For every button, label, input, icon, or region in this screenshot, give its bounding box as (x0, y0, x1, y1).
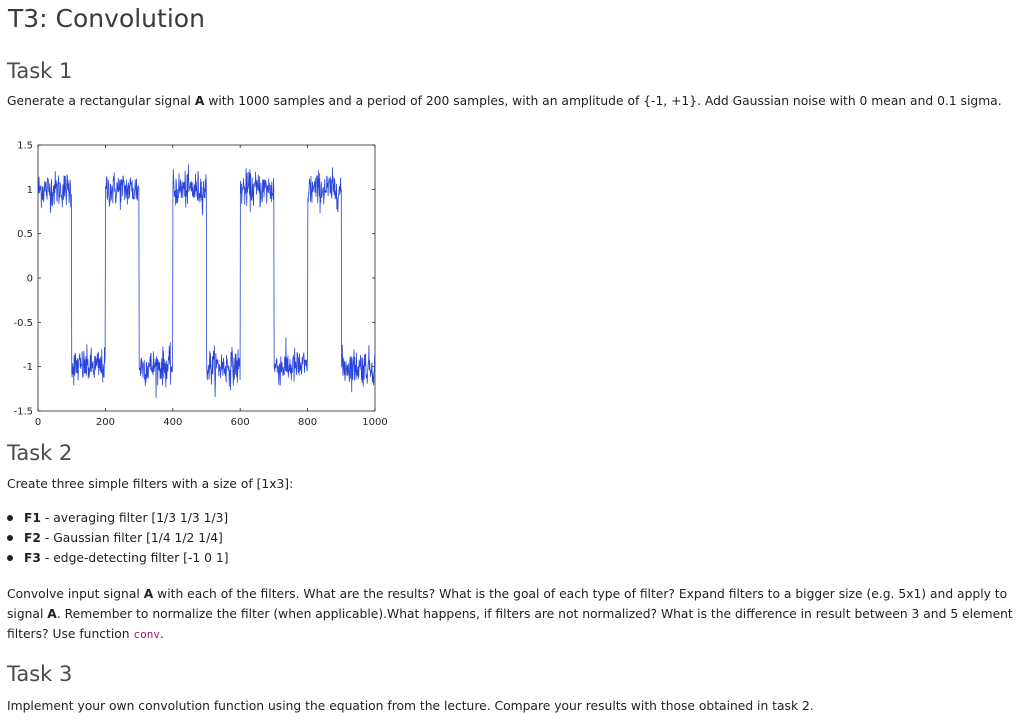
y-tick-label: -0.5 (13, 318, 33, 329)
filter-name: F1 (24, 511, 41, 525)
y-tick-label: -1.5 (13, 407, 33, 418)
list-item: F2 - Gaussian filter [1/4 1/2 1/4] (7, 528, 229, 548)
task1-text-end: with 1000 samples and a period of 200 sa… (204, 94, 1002, 108)
task1-description: Generate a rectangular signal A with 100… (7, 91, 1002, 111)
page-title: T3: Convolution (8, 4, 205, 33)
task2-intro: Create three simple filters with a size … (7, 477, 294, 491)
y-tick-label: 1 (27, 185, 33, 196)
signal-name: A (143, 587, 154, 601)
task1-heading: Task 1 (7, 59, 73, 83)
task2-text-end: . (159, 627, 164, 641)
filter-description: - Gaussian filter [1/4 1/2 1/4] (40, 531, 223, 545)
x-tick-label: 800 (298, 417, 317, 428)
y-tick-label: 1.5 (17, 141, 33, 152)
task1-text-start: Generate a rectangular signal (7, 94, 195, 108)
filter-description: - averaging filter [1/3 1/3 1/3] (40, 511, 229, 525)
x-tick-label: 0 (35, 417, 41, 428)
task3-description: Implement your own convolution function … (7, 699, 814, 713)
y-tick-label: 0.5 (17, 229, 33, 240)
signal-name: A (194, 94, 205, 108)
x-tick-label: 600 (231, 417, 250, 428)
filter-name: F2 (24, 531, 41, 545)
document-page: T3: Convolution Task 1 Generate a rectan… (0, 0, 1024, 728)
y-tick-label: 0 (27, 274, 33, 285)
x-tick-label: 1000 (362, 417, 387, 428)
x-tick-label: 200 (96, 417, 115, 428)
conv-function-link[interactable]: conv (133, 628, 160, 641)
task3-heading: Task 3 (7, 662, 73, 686)
list-item: F1 - averaging filter [1/3 1/3 1/3] (7, 508, 229, 528)
bullet-icon (7, 535, 13, 541)
signal-name: A (47, 607, 57, 621)
filter-list: F1 - averaging filter [1/3 1/3 1/3] F2 -… (7, 508, 229, 568)
y-tick-label: -1 (23, 362, 33, 373)
task2-heading: Task 2 (7, 441, 73, 465)
filter-name: F3 (24, 551, 41, 565)
filter-description: - edge-detecting filter [-1 0 1] (40, 551, 229, 565)
x-tick-label: 400 (163, 417, 182, 428)
task2-text-part1: Convolve input signal (7, 587, 144, 601)
bullet-icon (7, 555, 13, 561)
list-item: F3 - edge-detecting filter [-1 0 1] (7, 548, 229, 568)
signal-plot: 0 200 400 600 800 1000 1.5 1 0.5 0 -0.5 -1 -1.5 (13, 141, 387, 429)
task2-instructions: Convolve input signal A with each of the… (7, 584, 1019, 645)
bullet-icon (7, 515, 13, 521)
